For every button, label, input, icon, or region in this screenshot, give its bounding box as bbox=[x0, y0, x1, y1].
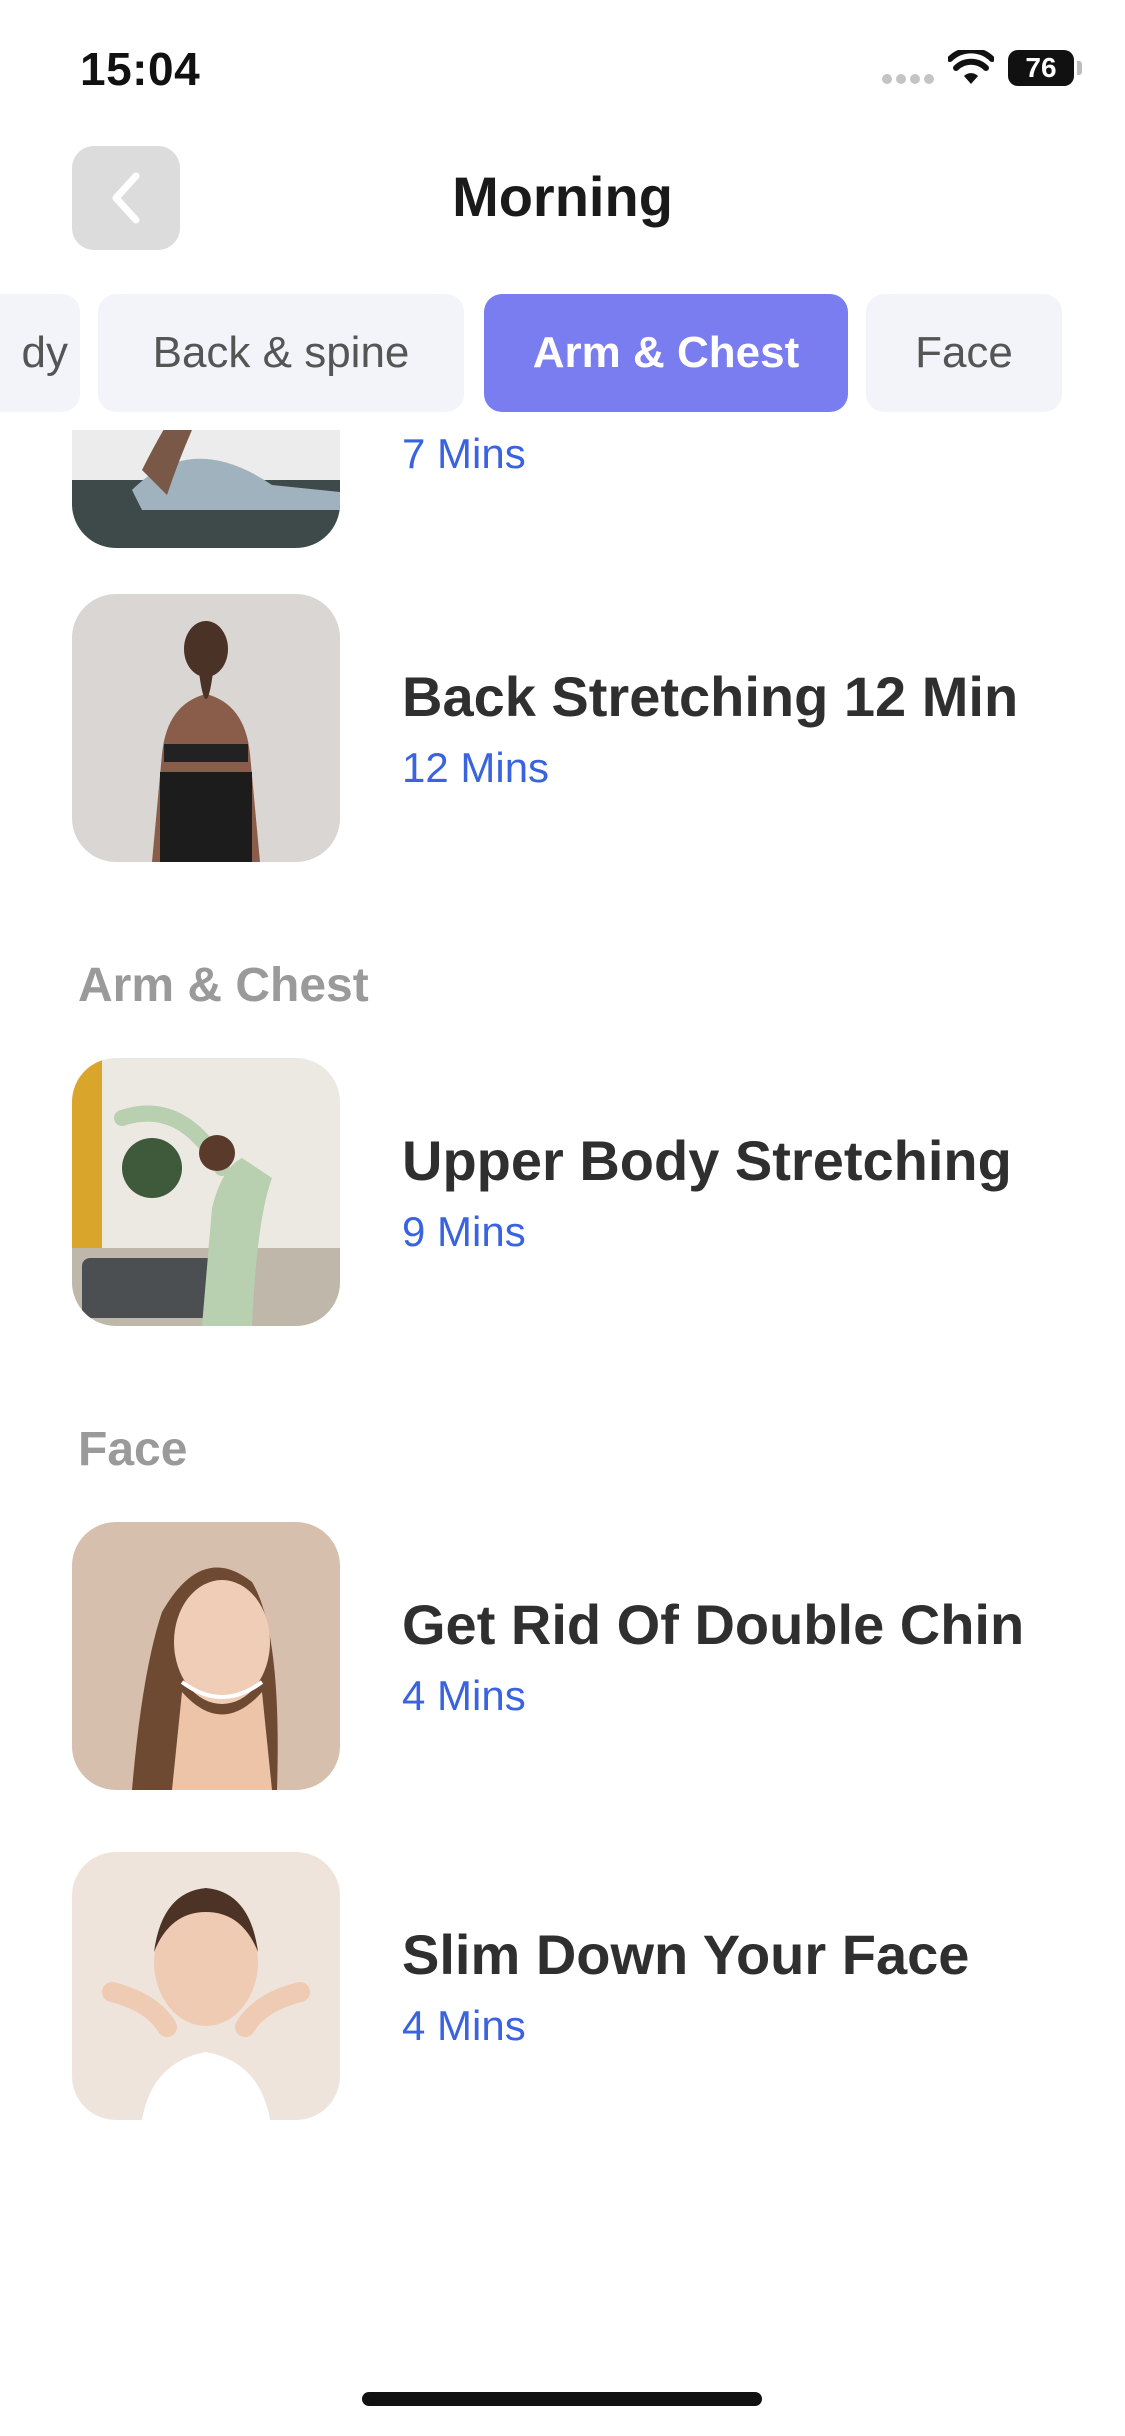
list-item[interactable]: Slim Down Your Face 4 Mins bbox=[72, 1852, 1072, 2120]
category-tabs: dy Back & spine Arm & Chest Face bbox=[0, 294, 1125, 412]
page-title: Morning bbox=[452, 165, 673, 228]
workout-thumbnail bbox=[72, 1852, 340, 2120]
item-duration: 12 Mins bbox=[402, 744, 550, 791]
cellular-signal-icon bbox=[882, 74, 934, 86]
list-item[interactable]: Get Rid Of Double Chin 4 Mins bbox=[72, 1522, 1072, 1790]
workout-thumbnail bbox=[72, 430, 340, 548]
tab-body[interactable]: dy bbox=[0, 294, 80, 412]
item-duration: 4 Mins bbox=[402, 2002, 526, 2049]
tab-back-spine[interactable]: Back & spine bbox=[98, 294, 464, 412]
item-duration: 9 Mins bbox=[402, 1208, 526, 1255]
home-indicator[interactable] bbox=[362, 2392, 762, 2406]
item-duration: 4 Mins bbox=[402, 1672, 526, 1719]
battery-icon: 76 bbox=[1008, 50, 1082, 86]
battery-level: 76 bbox=[1025, 52, 1057, 83]
list-item[interactable]: Upper Body Stretching 9 Mins bbox=[72, 1058, 1072, 1326]
item-title: Back Stretching 12 Min bbox=[402, 665, 1019, 728]
screen: 15:04 76 Morning dy Back & spine Arm & C… bbox=[0, 0, 1125, 2436]
tab-face[interactable]: Face bbox=[866, 294, 1062, 412]
list-item[interactable]: Back Stretching 12 Min 12 Mins bbox=[72, 594, 1072, 862]
list-item[interactable]: 7 Mins bbox=[72, 430, 1072, 548]
workout-list: 7 Mins Back Stretching 12 Min 12 Mins Ar… bbox=[0, 430, 1125, 2310]
wifi-icon bbox=[948, 50, 994, 84]
section-heading: Face bbox=[78, 1423, 188, 1476]
tab-arm-chest[interactable]: Arm & Chest bbox=[484, 294, 848, 412]
item-title: Upper Body Stretching bbox=[402, 1129, 1012, 1192]
item-duration: 7 Mins bbox=[402, 430, 526, 477]
workout-thumbnail bbox=[72, 1522, 340, 1790]
workout-thumbnail bbox=[72, 594, 340, 862]
status-time: 15:04 bbox=[80, 43, 201, 95]
item-title: Get Rid Of Double Chin bbox=[402, 1593, 1025, 1656]
workout-thumbnail bbox=[72, 1058, 340, 1326]
item-title: Slim Down Your Face bbox=[402, 1923, 970, 1986]
section-heading: Arm & Chest bbox=[78, 959, 369, 1012]
